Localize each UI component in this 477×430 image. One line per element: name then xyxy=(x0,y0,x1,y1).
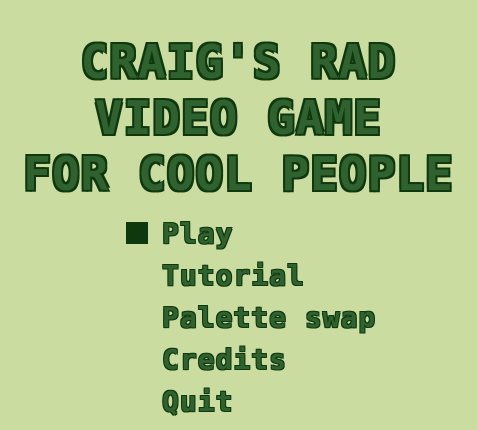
menu-item-label: Play xyxy=(162,216,234,250)
game-title: CRAIG'S RAD VIDEO GAME FOR COOL PEOPLE xyxy=(0,34,477,202)
menu-item-quit[interactable]: Quit xyxy=(126,380,376,422)
cursor-slot xyxy=(126,264,148,286)
cursor-slot xyxy=(126,306,148,328)
menu-item-label: Quit xyxy=(162,384,234,418)
menu-item-tutorial[interactable]: Tutorial xyxy=(126,254,376,296)
menu-item-label: Palette swap xyxy=(162,300,377,334)
title-line-2: VIDEO GAME xyxy=(95,91,382,145)
menu-item-palette-swap[interactable]: Palette swap xyxy=(126,296,376,338)
menu-item-label: Tutorial xyxy=(162,258,305,292)
menu-item-play[interactable]: Play xyxy=(126,212,376,254)
cursor-slot xyxy=(126,390,148,412)
selection-cursor-icon xyxy=(126,222,148,244)
cursor-slot xyxy=(126,348,148,370)
title-line-1: CRAIG'S RAD xyxy=(80,35,397,89)
main-menu: Play Tutorial Palette swap Credits Quit xyxy=(126,212,376,422)
menu-item-label: Credits xyxy=(162,342,288,376)
title-line-3: FOR COOL PEOPLE xyxy=(23,147,454,201)
menu-item-credits[interactable]: Credits xyxy=(126,338,376,380)
title-screen: CRAIG'S RAD VIDEO GAME FOR COOL PEOPLE P… xyxy=(0,0,477,430)
